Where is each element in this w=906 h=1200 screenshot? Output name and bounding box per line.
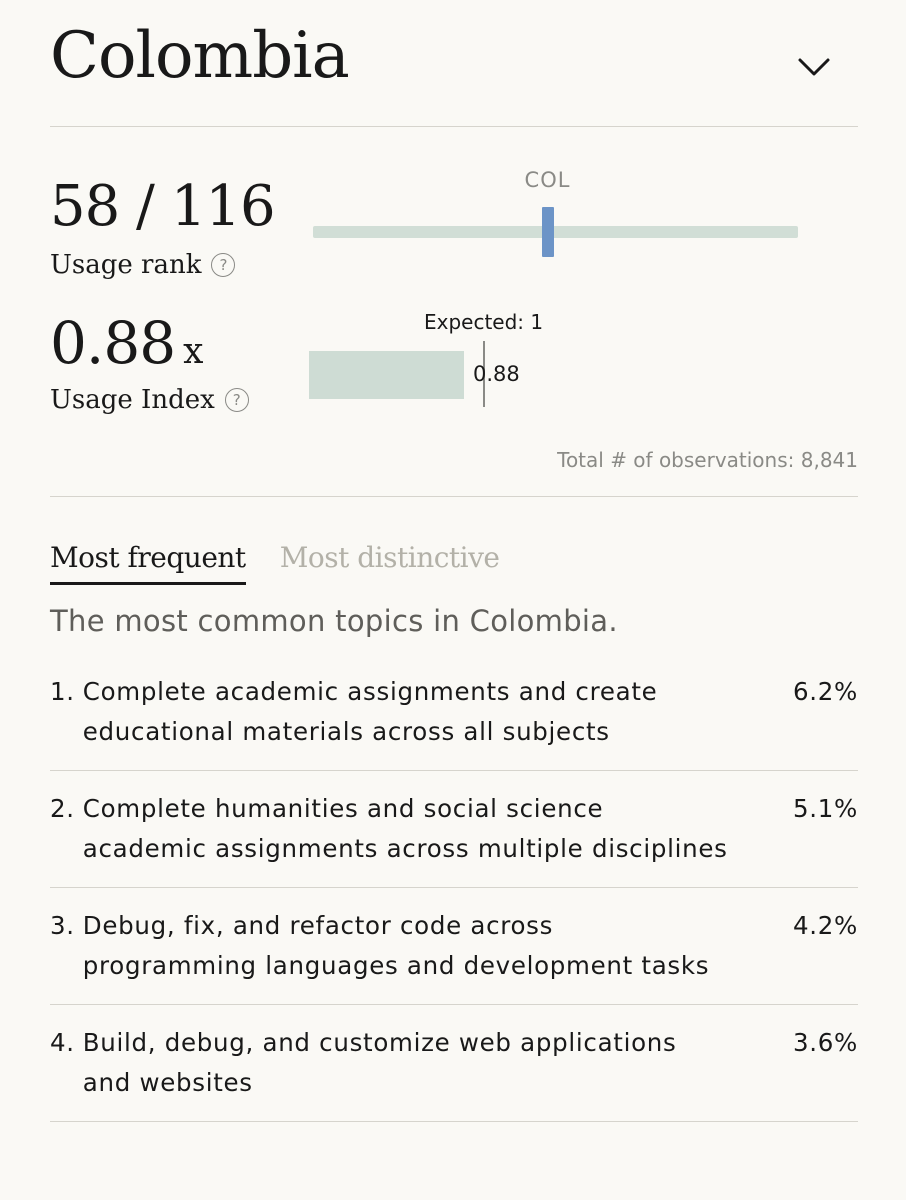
rank-track [313, 226, 798, 238]
usage-rank-label: Usage rank ? [50, 248, 236, 282]
tab-most-distinctive[interactable]: Most distinctive [280, 538, 500, 585]
topic-text: Debug, fix, and refactor code across pro… [82, 911, 710, 980]
list-item: 2. Complete humanities and social science… [50, 771, 858, 888]
header-divider [50, 126, 858, 127]
topic-percentage: 5.1% [792, 794, 858, 823]
topic-list: 1. Complete academic assignments and crea… [50, 664, 858, 1122]
usage-rank-value: 58 / 116 [50, 174, 276, 239]
topic-percentage: 3.6% [792, 1028, 858, 1057]
country-header: Colombia [50, 16, 858, 126]
list-item: 1. Complete academic assignments and crea… [50, 664, 858, 771]
topic-percentage: 6.2% [792, 677, 858, 706]
section-description: The most common topics in Colombia. [50, 604, 618, 638]
list-item: 3. Debug, fix, and refactor code across p… [50, 888, 858, 1005]
country-title: Colombia [50, 19, 350, 93]
usage-index-suffix: x [183, 331, 203, 372]
topic-text: Build, debug, and customize web applicat… [82, 1028, 677, 1097]
usage-index-label: Usage Index ? [50, 383, 249, 417]
list-item: 4. Build, debug, and customize web applic… [50, 1005, 858, 1122]
usage-index-bar [309, 351, 464, 399]
topic-rank: 2. [50, 794, 75, 823]
usage-index-bar-value: 0.88 [473, 362, 520, 386]
rank-country-code: COL [524, 168, 571, 192]
section-divider [50, 496, 858, 497]
usage-index-value: 0.88 x [50, 308, 203, 387]
topic-text: Complete humanities and social science a… [82, 794, 728, 863]
observations-total: Total # of observations: 8,841 [557, 448, 858, 472]
usage-index-number: 0.88 [50, 309, 176, 377]
topic-tabs: Most frequent Most distinctive [50, 538, 500, 585]
topic-rank: 3. [50, 911, 75, 940]
topic-text: Complete academic assignments and create… [82, 677, 658, 746]
topic-rank: 1. [50, 677, 75, 706]
help-icon[interactable]: ? [211, 253, 236, 277]
chevron-down-icon[interactable] [794, 46, 834, 86]
help-icon[interactable]: ? [224, 388, 249, 412]
topic-percentage: 4.2% [792, 911, 858, 940]
topic-rank: 4. [50, 1028, 75, 1057]
rank-marker [541, 207, 554, 257]
usage-rank-label-text: Usage rank [50, 250, 202, 280]
expected-label: Expected: 1 [424, 310, 544, 334]
tab-most-frequent[interactable]: Most frequent [50, 538, 246, 585]
usage-index-label-text: Usage Index [50, 385, 215, 415]
